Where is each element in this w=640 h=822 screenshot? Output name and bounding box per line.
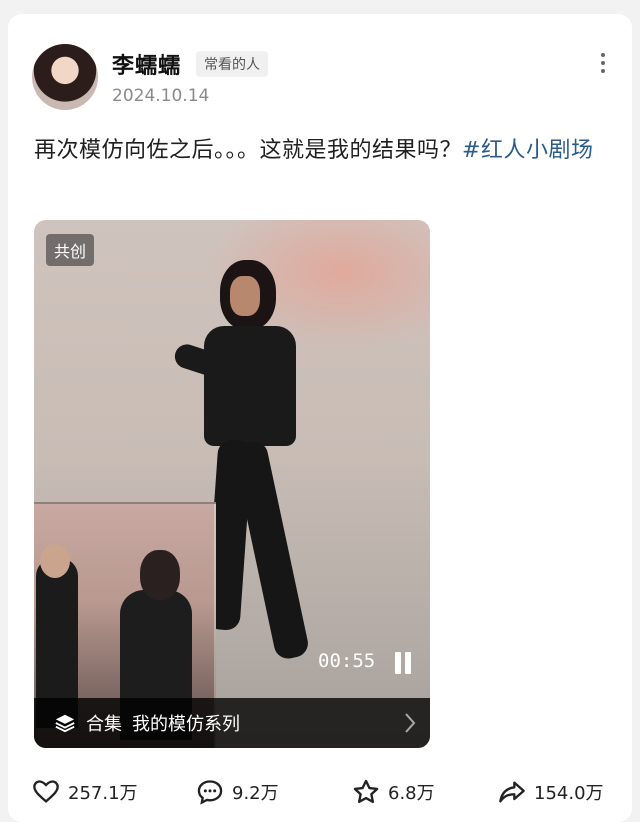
star-icon <box>353 779 379 804</box>
collection-bar[interactable]: 合集 我的模仿系列 <box>34 698 430 748</box>
share-icon <box>499 781 525 803</box>
heart-icon <box>33 780 59 803</box>
hashtag-link[interactable]: #红人小剧场 <box>462 138 593 163</box>
post-text: 再次模仿向佐之后。。。这就是我的结果吗？#红人小剧场 <box>34 132 604 170</box>
more-icon[interactable] <box>588 48 618 78</box>
video-duration: 00:55 <box>318 650 376 672</box>
collection-label: 合集 <box>86 714 122 735</box>
share-count: 154.0万 <box>534 783 604 804</box>
chevron-right-icon <box>405 713 416 733</box>
relation-badge: 常看的人 <box>196 51 268 77</box>
comment-count: 9.2万 <box>232 783 279 804</box>
video-player[interactable]: 共创 00:55 合集 我的模仿系列 <box>34 220 430 748</box>
action-bar: 257.1万 9.2万 6.8万 154.0万 <box>32 772 612 812</box>
comment-button[interactable]: 9.2万 <box>196 778 279 806</box>
favorite-button[interactable]: 6.8万 <box>352 778 435 806</box>
favorite-count: 6.8万 <box>388 783 435 804</box>
post-body: 再次模仿向佐之后。。。这就是我的结果吗？ <box>34 138 463 163</box>
post-date: 2024.10.14 <box>112 86 210 106</box>
comment-icon <box>197 780 223 805</box>
post-card: 李蠕蠕 常看的人 2024.10.14 再次模仿向佐之后。。。这就是我的结果吗？… <box>8 14 632 822</box>
like-count: 257.1万 <box>68 783 138 804</box>
like-button[interactable]: 257.1万 <box>32 778 138 806</box>
pause-icon[interactable] <box>392 652 414 674</box>
share-button[interactable]: 154.0万 <box>498 778 604 806</box>
co-create-tag: 共创 <box>46 234 95 266</box>
author-name[interactable]: 李蠕蠕 <box>112 48 181 80</box>
layers-icon <box>55 714 75 733</box>
collection-name: 我的模仿系列 <box>132 714 240 735</box>
avatar[interactable] <box>32 44 98 110</box>
